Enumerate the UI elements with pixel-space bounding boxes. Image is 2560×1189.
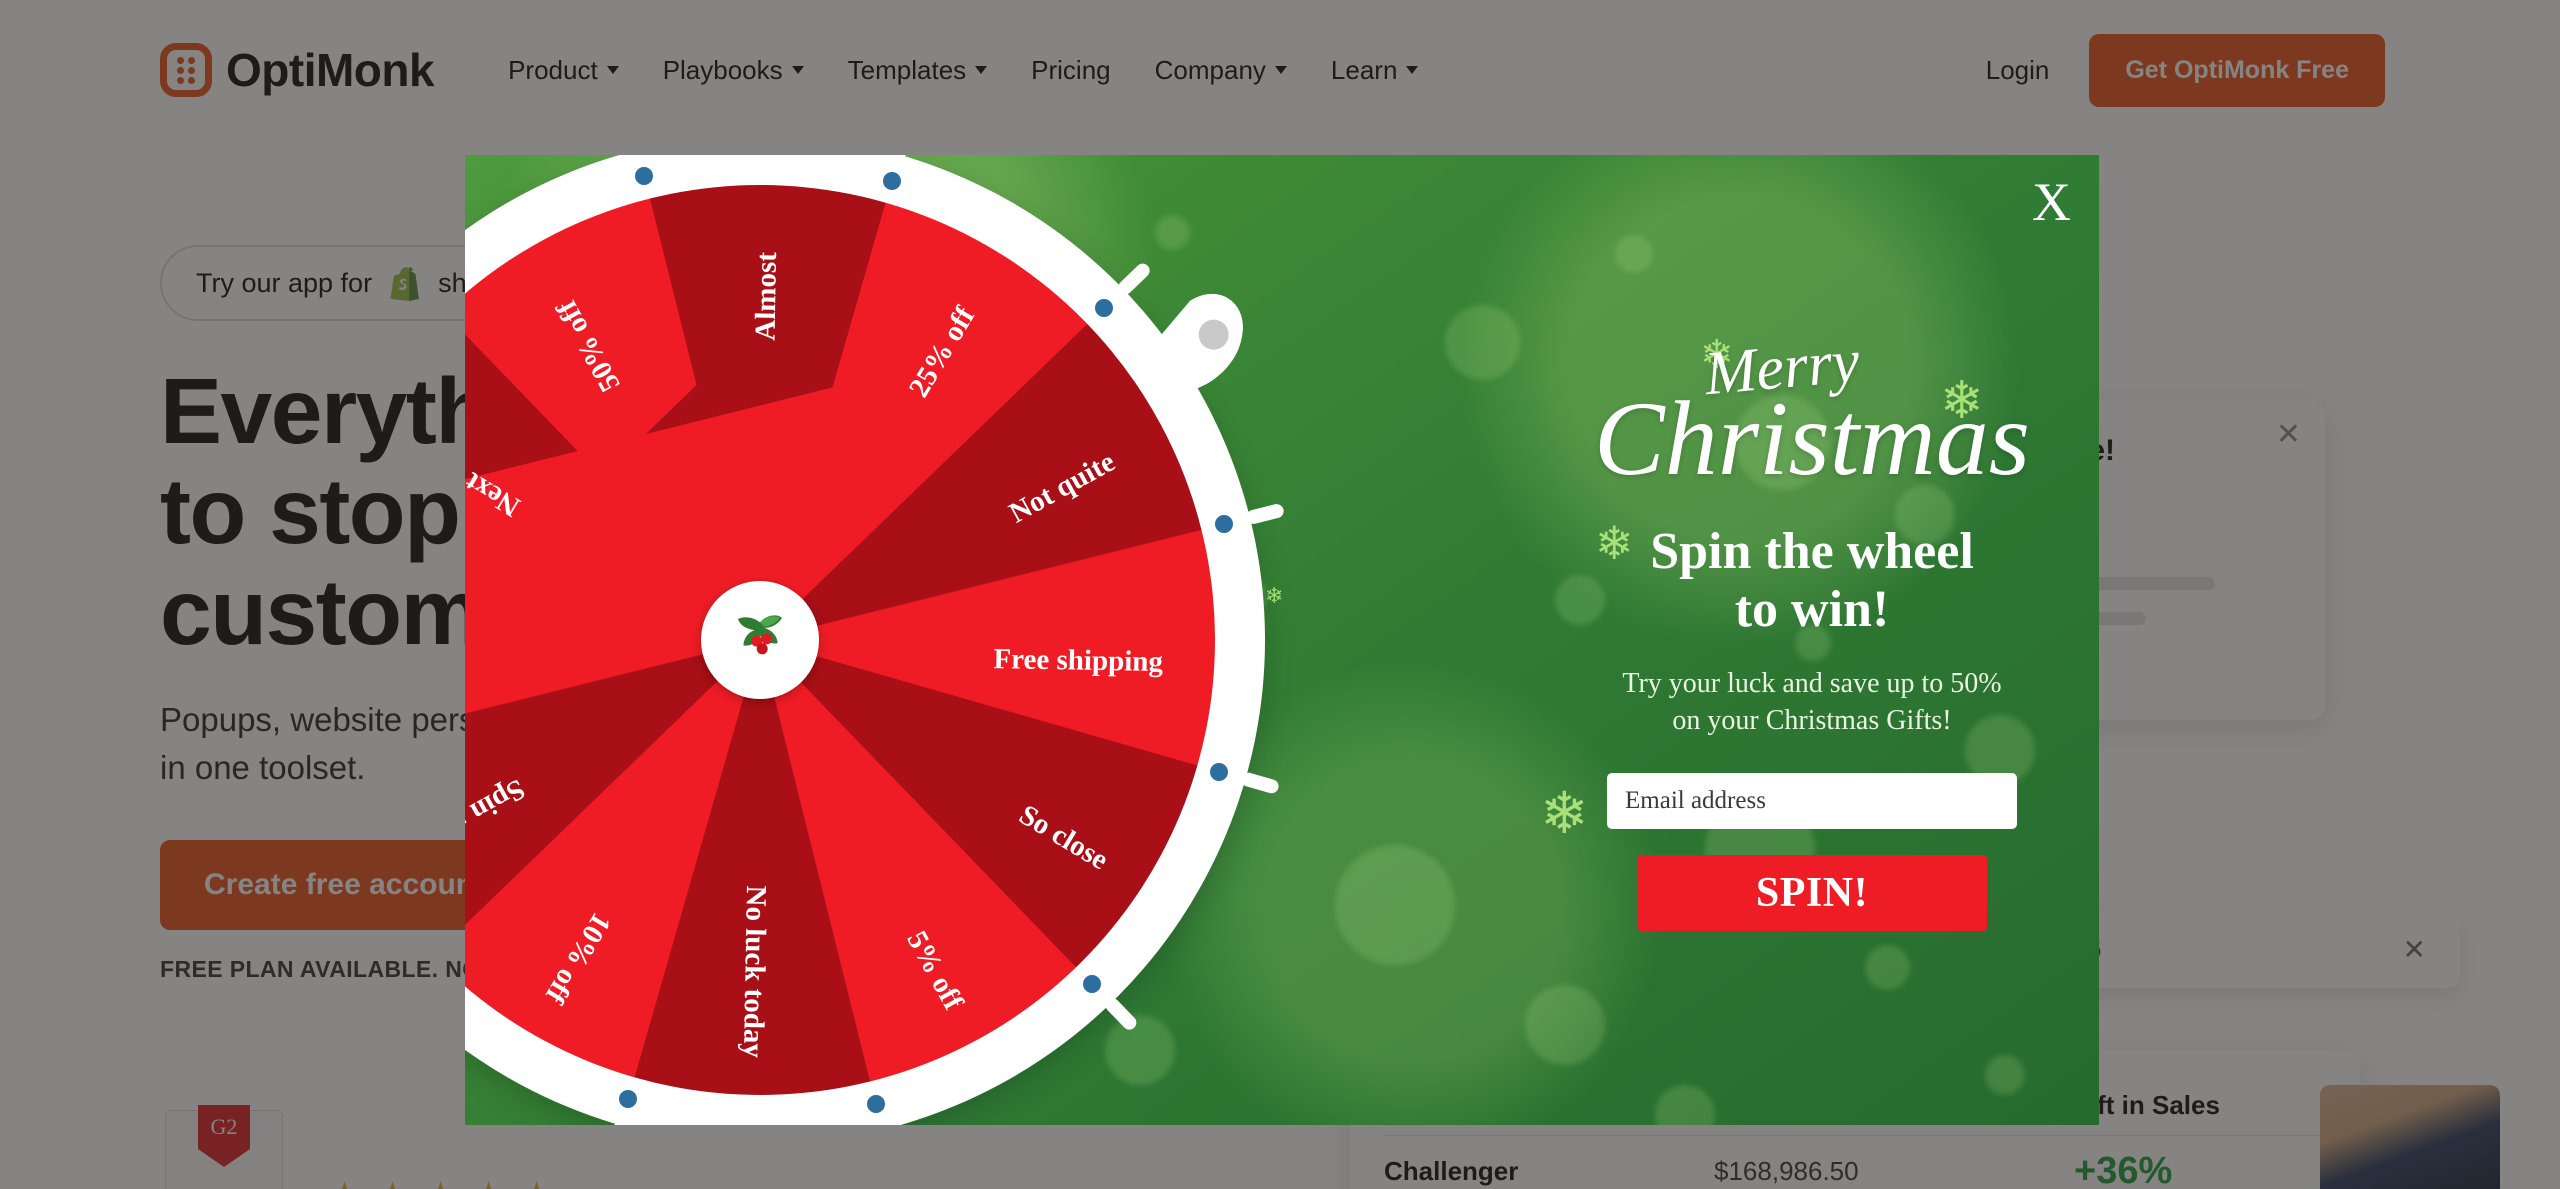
popup-subheadline: Try your luck and save up to 50% on your…	[1622, 666, 2001, 740]
wheel-segments: Almost 25% off Not quite Free shipping So cl…	[465, 185, 1215, 1095]
wheel-rim-tick	[891, 155, 916, 161]
sub-line-1: Try your luck and save up to 50%	[1622, 667, 2002, 699]
wheel-rim-dot	[1214, 515, 1233, 534]
popup-headline: Spin the wheel to win!	[1650, 523, 1974, 639]
headline-line-2: to win!	[1734, 581, 1890, 639]
bokeh-light	[1445, 305, 1520, 380]
spin-wheel[interactable]: Almost 25% off Not quite Free shipping So cl…	[465, 155, 1285, 1125]
spin-button[interactable]: SPIN!	[1637, 855, 1987, 932]
headline-line-1: Spin the wheel	[1650, 523, 1974, 581]
merry-christmas-title: Merry Christmas	[1594, 327, 2030, 491]
wheel-rim-dot	[1210, 762, 1229, 781]
wheel-rim-dot	[1094, 298, 1113, 317]
holly-icon	[701, 581, 819, 699]
wheel-rim-tick	[622, 155, 646, 156]
wheel-rim-dot	[1083, 974, 1102, 993]
wheel-rim-tick	[1239, 771, 1281, 796]
wheel-pointer	[1139, 293, 1244, 391]
screenshot-root: OptiMonk Product Playbooks Templates Pri…	[0, 0, 2560, 1189]
wheel-rim-tick	[604, 1119, 629, 1125]
wheel-rim-dot	[882, 171, 901, 190]
bokeh-light	[1335, 845, 1455, 965]
wheel-rim-tick	[1244, 502, 1285, 526]
wheel-rim-tick	[874, 1124, 898, 1125]
popup-content-panel: Merry Christmas Spin the wheel to win! T…	[1525, 155, 2099, 1125]
wheel-rim-dot	[635, 167, 654, 186]
wheel-rim: Almost 25% off Not quite Free shipping So cl…	[465, 155, 1285, 1125]
email-input[interactable]	[1607, 773, 2017, 830]
spin-the-wheel-popup: ❄ ❄ ❄ ❄ ❄ X Almost 25% off Not quite Free shipp…	[465, 155, 2099, 1125]
wheel-rim-dot	[619, 1090, 638, 1109]
sub-line-2: on your Christmas Gifts!	[1672, 704, 1952, 736]
wheel-rim-dot	[866, 1094, 885, 1113]
